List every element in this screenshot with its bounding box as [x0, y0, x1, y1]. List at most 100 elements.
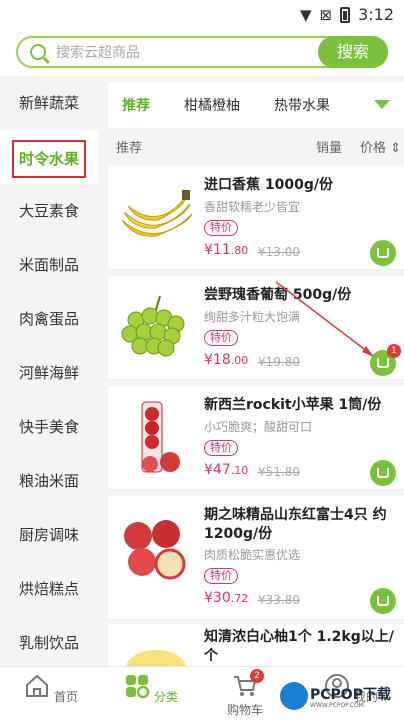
status-bar: ▼ ⊠ 3:12: [0, 0, 404, 30]
sidebar-item-vegetables[interactable]: 新鲜蔬菜: [0, 76, 98, 130]
sidebar-item-label: 时令水果: [11, 140, 86, 178]
product-card[interactable]: 尝野瑰香葡萄 500g/份 绚甜多汁粒大饱满 特价 ¥18.00 ¥19.80 …: [108, 276, 404, 380]
sidebar-item-label: 大豆素食: [18, 202, 79, 220]
cart-icon: [377, 596, 389, 606]
status-time: 3:12: [358, 5, 394, 24]
original-price: ¥33.80: [258, 593, 300, 607]
add-to-cart-button[interactable]: [370, 588, 396, 614]
pomelo-image: [126, 650, 186, 668]
subcategory-tabs: 推荐 柑橘橙柚 热带水果: [108, 82, 404, 128]
product-card[interactable]: 知清浓白心柚1个 1.2kg以上/个: [108, 624, 404, 668]
cart-icon: [377, 248, 389, 258]
grape-image: [121, 295, 185, 357]
promo-badge: 特价: [204, 220, 238, 236]
sidebar-item-label: 肉禽蛋品: [18, 310, 79, 328]
tab-recommend[interactable]: 推荐: [122, 95, 150, 115]
tab-tropical[interactable]: 热带水果: [274, 95, 330, 115]
sidebar-item-label: 乳制饮品: [18, 634, 79, 652]
sidebar-item-seasoning[interactable]: 厨房调味: [0, 508, 98, 562]
sidebar-item-seafood[interactable]: 河鲜海鲜: [0, 346, 98, 400]
original-price: ¥51.80: [258, 465, 300, 479]
sidebar-item-grain-oil[interactable]: 粮油米面: [0, 454, 98, 508]
add-to-cart-button[interactable]: 1: [370, 344, 401, 376]
price-main: ¥47: [204, 462, 231, 478]
product-desc: 香甜软糯老少皆宜: [204, 200, 301, 214]
sort-arrows-icon: ⇕: [390, 141, 402, 156]
product-card[interactable]: 进口香蕉 1000g/份 香甜软糯老少皆宜 特价 ¥11.80 ¥13.00: [108, 166, 404, 270]
product-price: ¥11.80: [204, 242, 248, 258]
sidebar-item-label: 厨房调味: [18, 526, 79, 544]
product-desc: 肉质松脆实惠优选: [204, 548, 301, 562]
cart-icon: [377, 468, 389, 478]
promo-badge: 特价: [204, 568, 238, 584]
product-card[interactable]: 期之味精品山东红富士4只 约1200g/份 肉质松脆实惠优选 特价 ¥30.72…: [108, 496, 404, 620]
sidebar-item-label: 新鲜蔬菜: [18, 94, 79, 112]
sidebar-item-soy[interactable]: 大豆素食: [0, 184, 98, 238]
sort-sales[interactable]: 销量: [316, 137, 342, 156]
product-price: ¥47.10: [204, 462, 248, 478]
search-box[interactable]: 搜索: [16, 36, 388, 68]
search-button[interactable]: 搜索: [318, 36, 388, 68]
nav-home[interactable]: 首页: [16, 673, 86, 705]
apple-tube-image: [141, 401, 180, 473]
cart-count-badge: 2: [250, 669, 264, 683]
price-main: ¥18: [204, 352, 231, 368]
product-name: 期之味精品山东红富士4只 约1200g/份: [204, 507, 387, 542]
product-name: 新西兰rockit小苹果 1筒/份: [204, 397, 382, 413]
home-icon: [26, 674, 49, 697]
cart-icon: [377, 358, 389, 368]
add-to-cart-button[interactable]: [370, 460, 396, 486]
sidebar-item-seasonal-fruit[interactable]: 时令水果: [0, 130, 98, 184]
fuji-apple-image: [124, 520, 186, 580]
price-main: ¥30: [204, 590, 231, 606]
cart-count-badge: 1: [387, 344, 401, 358]
original-price: ¥19.80: [258, 355, 300, 369]
sidebar-item-label: 河鲜海鲜: [18, 364, 79, 382]
product-name: 尝野瑰香葡萄 500g/份: [204, 287, 352, 303]
product-card[interactable]: 新西兰rockit小苹果 1筒/份 小巧脆爽；酸甜可口 特价 ¥47.10 ¥5…: [108, 386, 404, 490]
sort-price-label: 价格: [360, 141, 387, 156]
no-sim-icon: ⊠: [319, 5, 333, 24]
search-icon: [30, 44, 46, 60]
price-decimal: .80: [230, 244, 249, 257]
list-sort-header: 推荐 销量 价格 ⇕: [108, 130, 404, 160]
chevron-down-icon[interactable]: [374, 100, 390, 109]
banana-image: [121, 190, 193, 237]
sidebar-item-quick-meals[interactable]: 快手美食: [0, 400, 98, 454]
nav-cart[interactable]: 2 购物车: [210, 669, 280, 718]
sidebar-item-dairy[interactable]: 乳制饮品: [0, 616, 98, 670]
wifi-icon: ▼: [299, 5, 312, 24]
search-bar: 搜索: [0, 30, 404, 76]
sidebar-item-bakery[interactable]: 烘焙糕点: [0, 562, 98, 616]
sidebar-item-label: 快手美食: [18, 418, 79, 436]
sort-price[interactable]: 价格 ⇕: [360, 137, 401, 156]
sidebar-item-label: 粮油米面: [18, 472, 79, 490]
sidebar-item-label: 米面制品: [18, 256, 79, 274]
nav-category[interactable]: 分类: [116, 673, 186, 705]
product-name: 进口香蕉 1000g/份: [204, 177, 333, 193]
tab-citrus[interactable]: 柑橘橙柚: [184, 95, 240, 115]
add-to-cart-button[interactable]: [370, 240, 396, 266]
category-sidebar: 新鲜蔬菜 时令水果 大豆素食 米面制品 肉禽蛋品 河鲜海鲜 快手美食 粮油米面 …: [0, 76, 98, 666]
promo-badge: 特价: [204, 440, 238, 456]
price-main: ¥11: [204, 242, 231, 258]
category-icon: [126, 675, 150, 699]
product-desc: 绚甜多汁粒大饱满: [204, 310, 301, 324]
watermark-logo-icon: [280, 682, 308, 710]
search-input[interactable]: [56, 42, 286, 64]
price-decimal: .10: [230, 464, 249, 477]
battery-icon: [340, 6, 351, 23]
sort-recommend[interactable]: 推荐: [116, 137, 142, 156]
nav-label: 首页: [53, 690, 78, 704]
product-desc: 小巧脆爽；酸甜可口: [204, 420, 313, 434]
sidebar-item-meat-eggs[interactable]: 肉禽蛋品: [0, 292, 98, 346]
watermark-subtext: WWW.PCPOP.COM: [310, 702, 364, 709]
product-price: ¥30.72: [204, 590, 248, 606]
watermark-text: PCPOP下载: [310, 687, 391, 703]
original-price: ¥13.00: [258, 245, 300, 259]
promo-badge: 特价: [204, 330, 238, 346]
product-price: ¥18.00: [204, 352, 248, 368]
price-decimal: .72: [230, 592, 249, 605]
price-decimal: .00: [230, 354, 249, 367]
sidebar-item-noodles[interactable]: 米面制品: [0, 238, 98, 292]
